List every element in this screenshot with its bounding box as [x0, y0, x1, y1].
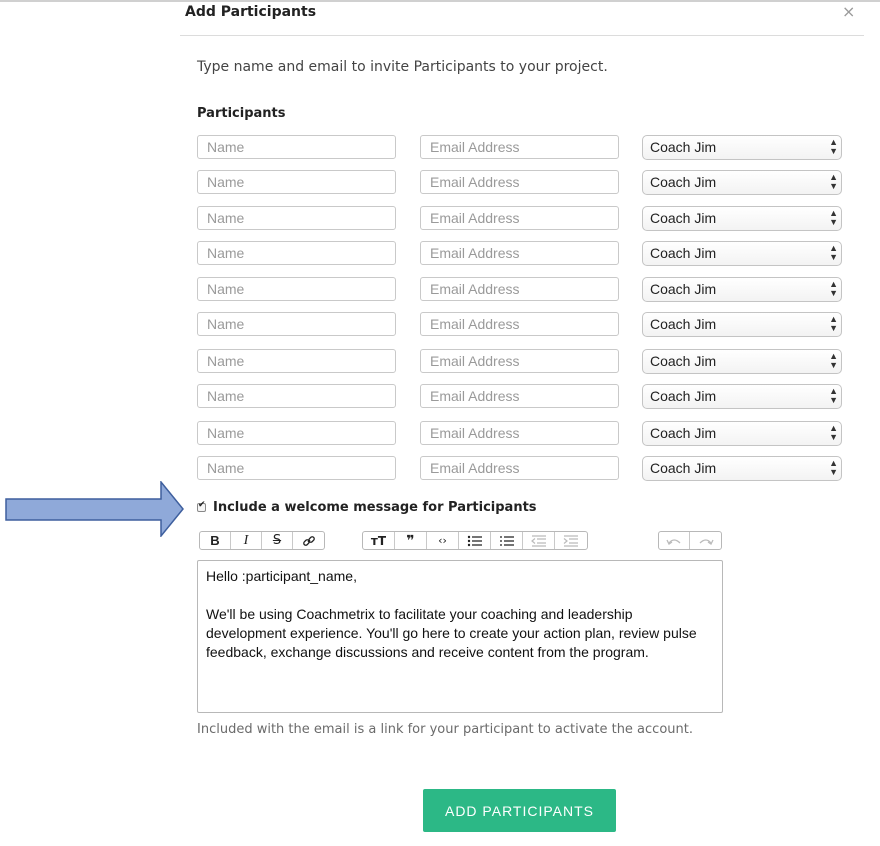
name-input[interactable] — [197, 277, 396, 301]
coach-select[interactable]: Coach Jim ▲ ▼ — [642, 241, 842, 266]
coach-select-value: Coach Jim — [650, 210, 717, 226]
select-arrows-icon: ▲ ▼ — [829, 423, 838, 442]
name-input[interactable] — [197, 135, 396, 159]
email-input[interactable] — [420, 312, 619, 336]
toolbar-formatting-group: B I S — [199, 531, 325, 550]
coach-select-value: Coach Jim — [650, 353, 717, 369]
select-arrows-icon: ▲ ▼ — [829, 314, 838, 333]
redo-icon[interactable] — [690, 532, 721, 549]
coach-select[interactable]: Coach Jim ▲ ▼ — [642, 349, 842, 374]
coach-select-value: Coach Jim — [650, 316, 717, 332]
participant-row: Coach Jim ▲▼ — [197, 241, 847, 267]
activation-helper-text: Included with the email is a link for yo… — [197, 722, 693, 737]
name-input[interactable] — [197, 206, 396, 230]
indent-icon[interactable] — [555, 532, 587, 549]
email-input[interactable] — [420, 277, 619, 301]
annotation-arrow-icon — [5, 481, 184, 537]
email-input[interactable] — [420, 384, 619, 408]
message-greeting: Hello :participant_name, — [206, 568, 357, 584]
coach-select[interactable]: Coach Jim ▲ ▼ — [642, 277, 842, 302]
select-arrows-icon: ▲ ▼ — [829, 137, 838, 156]
participant-row: Coach Jim ▲▼ — [197, 421, 847, 447]
email-input[interactable] — [420, 456, 619, 480]
add-participants-button[interactable]: ADD PARTICIPANTS — [423, 789, 616, 832]
toolbar-history-group — [658, 531, 722, 550]
outdent-icon[interactable] — [523, 532, 555, 549]
numbered-list-icon[interactable] — [491, 532, 523, 549]
coach-select[interactable]: Coach Jim ▲ ▼ — [642, 135, 842, 160]
select-arrows-icon: ▲ ▼ — [829, 208, 838, 227]
email-input[interactable] — [420, 421, 619, 445]
select-arrows-icon: ▲ ▼ — [829, 243, 838, 262]
coach-select-value: Coach Jim — [650, 139, 717, 155]
header-divider — [180, 35, 864, 36]
participant-row: Coach Jim ▲▼ — [197, 312, 847, 338]
coach-select-value: Coach Jim — [650, 174, 717, 190]
coach-select-value: Coach Jim — [650, 425, 717, 441]
welcome-message-editor[interactable]: Hello :participant_name, We'll be using … — [197, 560, 723, 713]
select-arrows-icon: ▲ ▼ — [829, 458, 838, 477]
email-input[interactable] — [420, 206, 619, 230]
welcome-message-label: Include a welcome message for Participan… — [213, 500, 537, 515]
coach-select-value: Coach Jim — [650, 388, 717, 404]
email-input[interactable] — [420, 349, 619, 373]
participant-row: Coach Jim ▲▼ — [197, 206, 847, 232]
coach-select[interactable]: Coach Jim ▲ ▼ — [642, 384, 842, 409]
coach-select[interactable]: Coach Jim ▲ ▼ — [642, 170, 842, 195]
welcome-message-checkbox[interactable]: ✔ — [197, 500, 206, 512]
link-icon[interactable] — [293, 532, 324, 549]
name-input[interactable] — [197, 170, 396, 194]
coach-select-value: Coach Jim — [650, 460, 717, 476]
italic-icon[interactable]: I — [231, 532, 262, 549]
select-arrows-icon: ▲ ▼ — [829, 279, 838, 298]
message-body: We'll be using Coachmetrix to facilitate… — [206, 606, 697, 660]
close-icon[interactable]: × — [842, 2, 855, 21]
participant-row: Coach Jim ▲▼ — [197, 384, 847, 410]
name-input[interactable] — [197, 384, 396, 408]
top-border — [0, 0, 880, 2]
name-input[interactable] — [197, 241, 396, 265]
email-input[interactable] — [420, 135, 619, 159]
select-arrows-icon: ▲ ▼ — [829, 172, 838, 191]
coach-select-value: Coach Jim — [650, 245, 717, 261]
undo-icon[interactable] — [659, 532, 690, 549]
quote-icon[interactable]: ❞ — [395, 532, 427, 549]
toolbar-block-group: тT ❞ ‹› — [362, 531, 588, 550]
participant-row: Coach Jim ▲▼ — [197, 277, 847, 303]
email-input[interactable] — [420, 241, 619, 265]
email-input[interactable] — [420, 170, 619, 194]
coach-select[interactable]: Coach Jim ▲ ▼ — [642, 421, 842, 446]
text-size-icon[interactable]: тT — [363, 532, 395, 549]
coach-select[interactable]: Coach Jim ▲ ▼ — [642, 312, 842, 337]
name-input[interactable] — [197, 456, 396, 480]
coach-select[interactable]: Coach Jim ▲ ▼ — [642, 456, 842, 481]
intro-text: Type name and email to invite Participan… — [197, 59, 608, 75]
select-arrows-icon: ▲ ▼ — [829, 386, 838, 405]
participant-row: Coach Jim ▲▼ — [197, 170, 847, 196]
bullet-list-icon[interactable] — [459, 532, 491, 549]
name-input[interactable] — [197, 421, 396, 445]
code-icon[interactable]: ‹› — [427, 532, 459, 549]
coach-select[interactable]: Coach Jim ▲ ▼ — [642, 206, 842, 231]
name-input[interactable] — [197, 349, 396, 373]
coach-select-value: Coach Jim — [650, 281, 717, 297]
participant-row: Coach Jim ▲▼ — [197, 135, 847, 161]
strikethrough-icon[interactable]: S — [262, 532, 293, 549]
participants-section-label: Participants — [197, 106, 286, 121]
dialog-title: Add Participants — [185, 4, 317, 20]
participant-row: Coach Jim ▲▼ — [197, 456, 847, 482]
checkmark-icon: ✔ — [198, 500, 206, 510]
participant-row: Coach Jim ▲▼ — [197, 349, 847, 375]
bold-icon[interactable]: B — [200, 532, 231, 549]
select-arrows-icon: ▲ ▼ — [829, 351, 838, 370]
name-input[interactable] — [197, 312, 396, 336]
